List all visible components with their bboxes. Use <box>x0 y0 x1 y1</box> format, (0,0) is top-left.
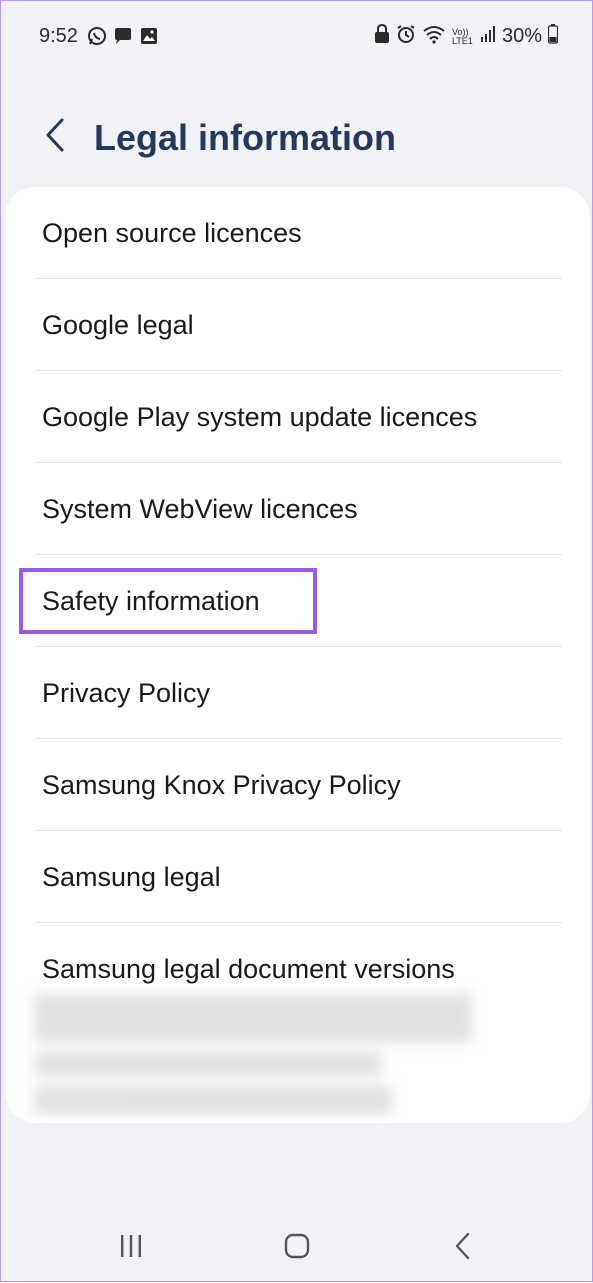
list-item-open-source-licences[interactable]: Open source licences <box>5 187 590 279</box>
wifi-icon <box>422 24 446 49</box>
list-item-safety-information[interactable]: Safety information <box>5 555 590 647</box>
list-item-samsung-knox-privacy-policy[interactable]: Samsung Knox Privacy Policy <box>5 739 590 831</box>
battery-icon <box>547 24 559 49</box>
chevron-left-icon <box>46 118 64 152</box>
gallery-icon <box>139 26 159 51</box>
whatsapp-icon <box>87 26 107 51</box>
header: Legal information <box>1 91 593 181</box>
list-item-label: Privacy Policy <box>42 678 211 708</box>
list-item-label: Open source licences <box>42 218 302 248</box>
chat-icon <box>113 26 133 51</box>
blur-line <box>33 1051 383 1077</box>
volte-icon: Vo)) LTE1 <box>451 26 473 46</box>
alarm-icon <box>396 24 416 49</box>
status-time: 9:52 <box>39 25 78 47</box>
battery-percent: 30% <box>501 25 542 47</box>
back-button[interactable] <box>37 113 73 157</box>
list-item-system-webview-licences[interactable]: System WebView licences <box>5 463 590 555</box>
signal-icon <box>480 25 496 48</box>
list-item-label: Samsung legal document versions <box>42 954 455 984</box>
list-item-label: Google legal <box>42 310 194 340</box>
list-item-privacy-policy[interactable]: Privacy Policy <box>5 647 590 739</box>
back-nav-button[interactable] <box>443 1231 483 1261</box>
list-item-label: System WebView licences <box>42 494 358 524</box>
recent-apps-icon <box>121 1235 141 1257</box>
list-item-google-play-system-update-licences[interactable]: Google Play system update licences <box>5 371 590 463</box>
list-item-samsung-legal[interactable]: Samsung legal <box>5 831 590 923</box>
back-icon <box>455 1232 470 1260</box>
page-title: Legal information <box>94 117 397 158</box>
status-left-icons <box>87 26 159 51</box>
legal-list: Open source licences Google legal Google… <box>5 187 590 1015</box>
list-item-google-legal[interactable]: Google legal <box>5 279 590 371</box>
legal-list-card: Open source licences Google legal Google… <box>5 187 590 1123</box>
home-icon <box>284 1233 310 1259</box>
status-right-icons: Vo)) LTE1 30% <box>374 23 559 49</box>
blurred-content <box>33 993 473 1115</box>
home-button[interactable] <box>277 1231 317 1261</box>
list-item-label: Safety information <box>42 586 260 616</box>
blur-line <box>33 1085 393 1115</box>
list-item-label: Samsung legal <box>42 862 221 892</box>
list-item-label: Samsung Knox Privacy Policy <box>42 770 401 800</box>
lock-icon <box>374 23 390 49</box>
status-bar: 9:52 Vo)) LTE1 30% <box>1 1 593 71</box>
recent-apps-button[interactable] <box>111 1231 151 1261</box>
blur-line <box>33 993 473 1043</box>
navigation-bar <box>1 1201 593 1283</box>
list-item-label: Google Play system update licences <box>42 402 478 432</box>
